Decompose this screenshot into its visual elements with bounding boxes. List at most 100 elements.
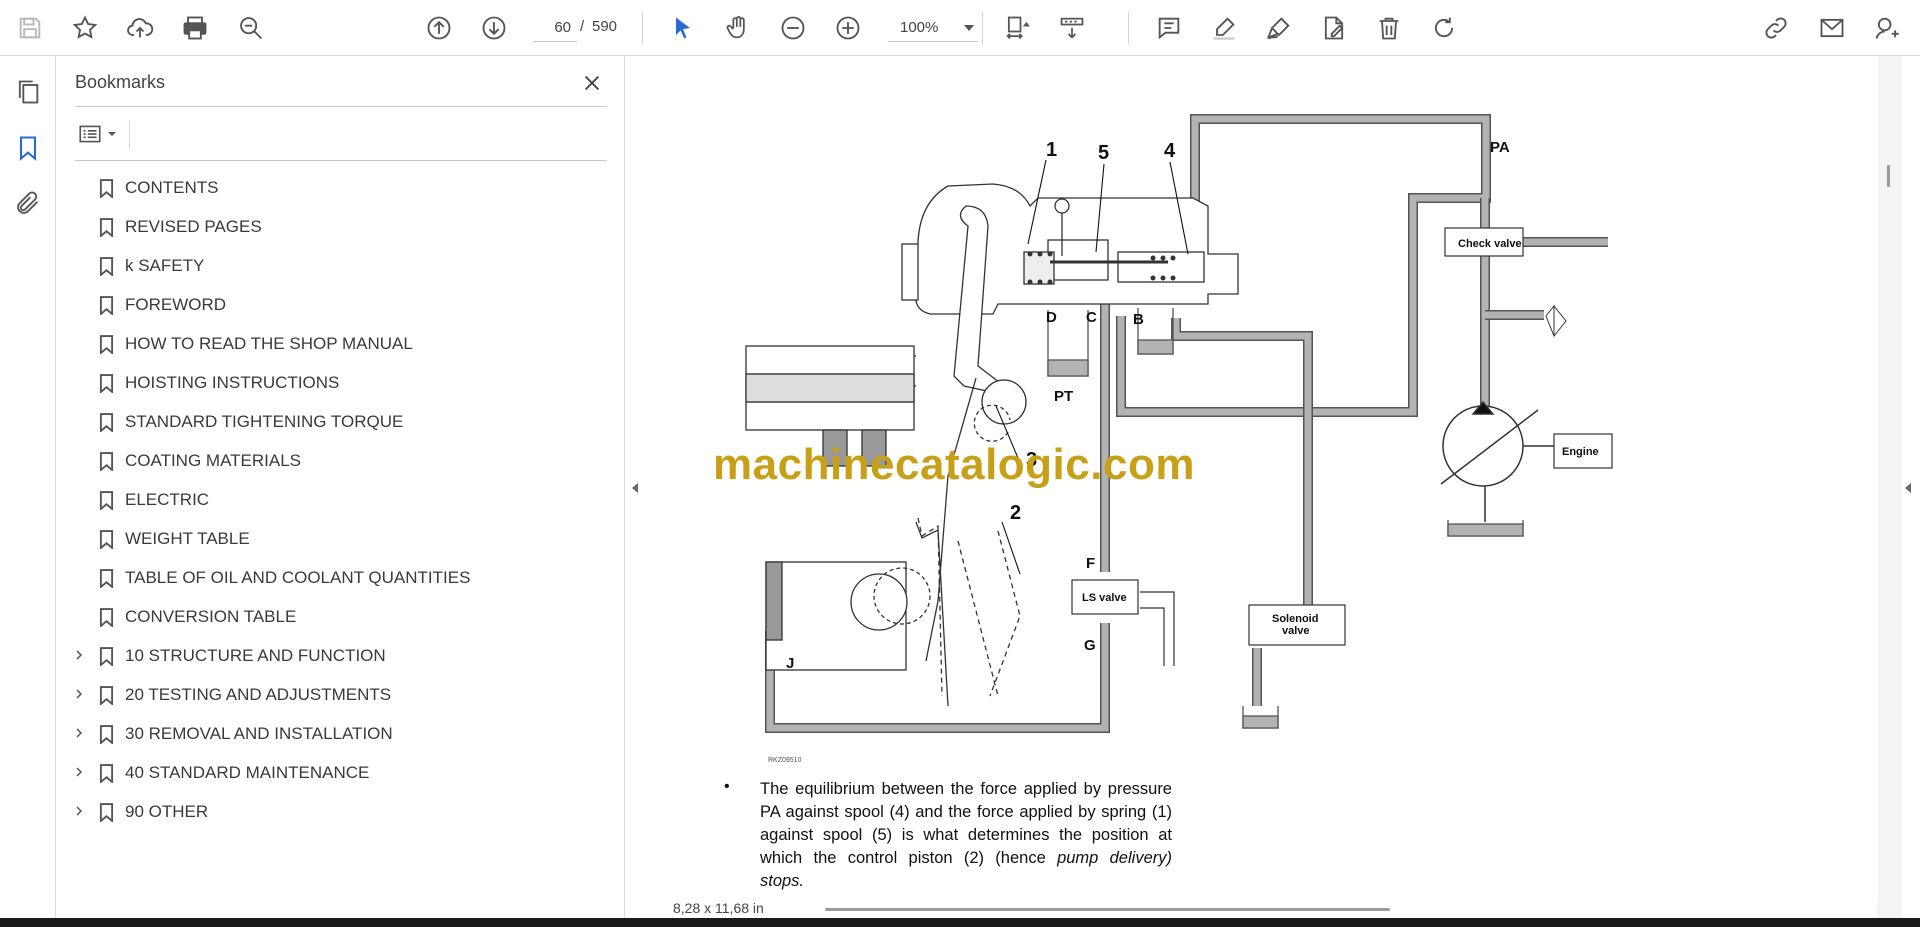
save-icon[interactable] xyxy=(13,11,47,45)
zoom-search-icon[interactable] xyxy=(234,11,268,45)
star-icon[interactable] xyxy=(68,11,102,45)
label-pa: PA xyxy=(1490,139,1510,156)
zoom-out-icon[interactable] xyxy=(776,11,810,45)
comment-icon[interactable] xyxy=(1152,11,1186,45)
zoom-in-icon[interactable] xyxy=(831,11,865,45)
bookmark-options-button[interactable] xyxy=(77,118,127,150)
bookmark-item[interactable]: FOREWORD xyxy=(57,285,625,324)
scroll-mode-icon[interactable] xyxy=(1055,11,1089,45)
trash-icon[interactable] xyxy=(1372,11,1406,45)
vertical-scrollbar[interactable] xyxy=(1887,165,1890,187)
label-2: 2 xyxy=(1010,502,1021,524)
label-pt: PT xyxy=(1054,388,1073,405)
figure-code: RKZ09510 xyxy=(768,757,802,764)
solenoid-label-line2: valve xyxy=(1282,625,1310,637)
bookmark-label: WEIGHT TABLE xyxy=(125,529,250,548)
next-page-icon[interactable] xyxy=(477,11,511,45)
bookmark-item[interactable]: REVISED PAGES xyxy=(57,207,625,246)
toolbar-divider xyxy=(129,120,130,150)
page-total: 590 xyxy=(592,18,618,35)
bookmarks-icon[interactable] xyxy=(11,131,45,165)
bookmark-item[interactable]: k SAFETY xyxy=(57,246,625,285)
bookmark-label: HOW TO READ THE SHOP MANUAL xyxy=(125,334,413,353)
email-icon[interactable] xyxy=(1815,11,1849,45)
document-page: 1 5 4 2 3 PA PT B C D F G J Check valve … xyxy=(648,56,1878,901)
bookmark-icon xyxy=(95,215,117,239)
collapse-left-panel-icon[interactable] xyxy=(629,480,641,496)
bookmark-icon xyxy=(95,449,117,473)
bookmark-item[interactable]: 30 REMOVAL AND INSTALLATION xyxy=(57,714,625,753)
page-separator: / xyxy=(580,18,585,35)
page-number-input[interactable] xyxy=(533,14,577,42)
share-link-icon[interactable] xyxy=(1759,11,1793,45)
bookmark-item[interactable]: CONTENTS xyxy=(57,168,625,207)
chevron-right-icon[interactable] xyxy=(71,764,87,780)
body-paragraph: The equilibrium between the force applie… xyxy=(760,778,1172,893)
bookmark-item[interactable]: CONVERSION TABLE xyxy=(57,597,625,636)
bookmark-icon xyxy=(95,800,117,824)
bookmark-item[interactable]: 40 STANDARD MAINTENANCE xyxy=(57,753,625,792)
previous-page-icon[interactable] xyxy=(422,11,456,45)
bookmark-label: 30 REMOVAL AND INSTALLATION xyxy=(125,724,393,743)
attachments-icon[interactable] xyxy=(11,186,45,220)
upload-cloud-icon[interactable] xyxy=(123,11,157,45)
bookmark-item[interactable]: STANDARD TIGHTENING TORQUE xyxy=(57,402,625,441)
toolbar-divider xyxy=(642,12,643,44)
chevron-right-icon[interactable] xyxy=(71,803,87,819)
ls-valve-label: LS valve xyxy=(1082,592,1127,604)
chevron-right-icon[interactable] xyxy=(71,725,87,741)
bookmark-icon xyxy=(95,644,117,668)
page-thumbnails-icon[interactable] xyxy=(11,75,45,109)
bookmark-item[interactable]: 90 OTHER xyxy=(57,792,625,831)
bookmark-label: CONVERSION TABLE xyxy=(125,607,297,626)
chevron-down-icon xyxy=(108,132,116,136)
label-1: 1 xyxy=(1046,139,1057,161)
expand-right-panel-icon[interactable] xyxy=(1902,480,1914,496)
print-icon[interactable] xyxy=(178,11,212,45)
edit-document-icon[interactable] xyxy=(1317,11,1351,45)
bookmark-label: HOISTING INSTRUCTIONS xyxy=(125,373,340,392)
close-icon[interactable] xyxy=(577,68,607,98)
bookmark-label: 90 OTHER xyxy=(125,802,209,821)
label-5: 5 xyxy=(1098,142,1109,164)
label-4: 4 xyxy=(1164,140,1176,162)
label-j: J xyxy=(786,655,794,672)
solenoid-label-line1: Solenoid xyxy=(1272,613,1318,625)
bookmark-item[interactable]: HOISTING INSTRUCTIONS xyxy=(57,363,625,402)
bookmark-label: FOREWORD xyxy=(125,295,227,314)
highlight-pen-icon[interactable] xyxy=(1207,11,1241,45)
bookmark-item[interactable]: HOW TO READ THE SHOP MANUAL xyxy=(57,324,625,363)
add-user-icon[interactable] xyxy=(1870,11,1904,45)
bookmark-icon xyxy=(95,332,117,356)
label-c: C xyxy=(1086,309,1097,326)
bookmark-icon xyxy=(95,527,117,551)
redo-icon[interactable] xyxy=(1427,11,1461,45)
label-b: B xyxy=(1133,311,1144,328)
bookmark-label: CONTENTS xyxy=(125,178,219,197)
bookmark-item[interactable]: ELECTRIC xyxy=(57,480,625,519)
bookmark-item[interactable]: COATING MATERIALS xyxy=(57,441,625,480)
bookmark-label: 20 TESTING AND ADJUSTMENTS xyxy=(125,685,392,704)
chevron-right-icon[interactable] xyxy=(71,647,87,663)
panel-title: Bookmarks xyxy=(75,72,166,92)
label-d: D xyxy=(1046,309,1057,326)
select-cursor-icon[interactable] xyxy=(666,11,700,45)
bookmark-item[interactable]: 10 STRUCTURE AND FUNCTION xyxy=(57,636,625,675)
bookmark-label: COATING MATERIALS xyxy=(125,451,302,470)
bookmark-icon xyxy=(95,176,117,200)
horizontal-scrollbar[interactable] xyxy=(825,908,1390,911)
bookmark-item[interactable]: 20 TESTING AND ADJUSTMENTS xyxy=(57,675,625,714)
bookmark-item[interactable]: TABLE OF OIL AND COOLANT QUANTITIES xyxy=(57,558,625,597)
hand-tool-icon[interactable] xyxy=(721,11,755,45)
bookmark-item[interactable]: WEIGHT TABLE xyxy=(57,519,625,558)
label-g: G xyxy=(1084,637,1096,654)
bookmark-label: 10 STRUCTURE AND FUNCTION xyxy=(125,646,386,665)
chevron-right-icon[interactable] xyxy=(71,686,87,702)
zoom-dropdown[interactable]: 100% xyxy=(888,14,978,42)
panel-divider xyxy=(75,160,607,161)
bookmark-icon xyxy=(95,566,117,590)
bookmark-icon xyxy=(95,722,117,746)
draw-pen-icon[interactable] xyxy=(1262,11,1296,45)
bookmark-list: CONTENTS REVISED PAGES k SAFETY FOREWORD HOW… xyxy=(57,168,625,831)
fit-page-icon[interactable] xyxy=(1000,11,1034,45)
